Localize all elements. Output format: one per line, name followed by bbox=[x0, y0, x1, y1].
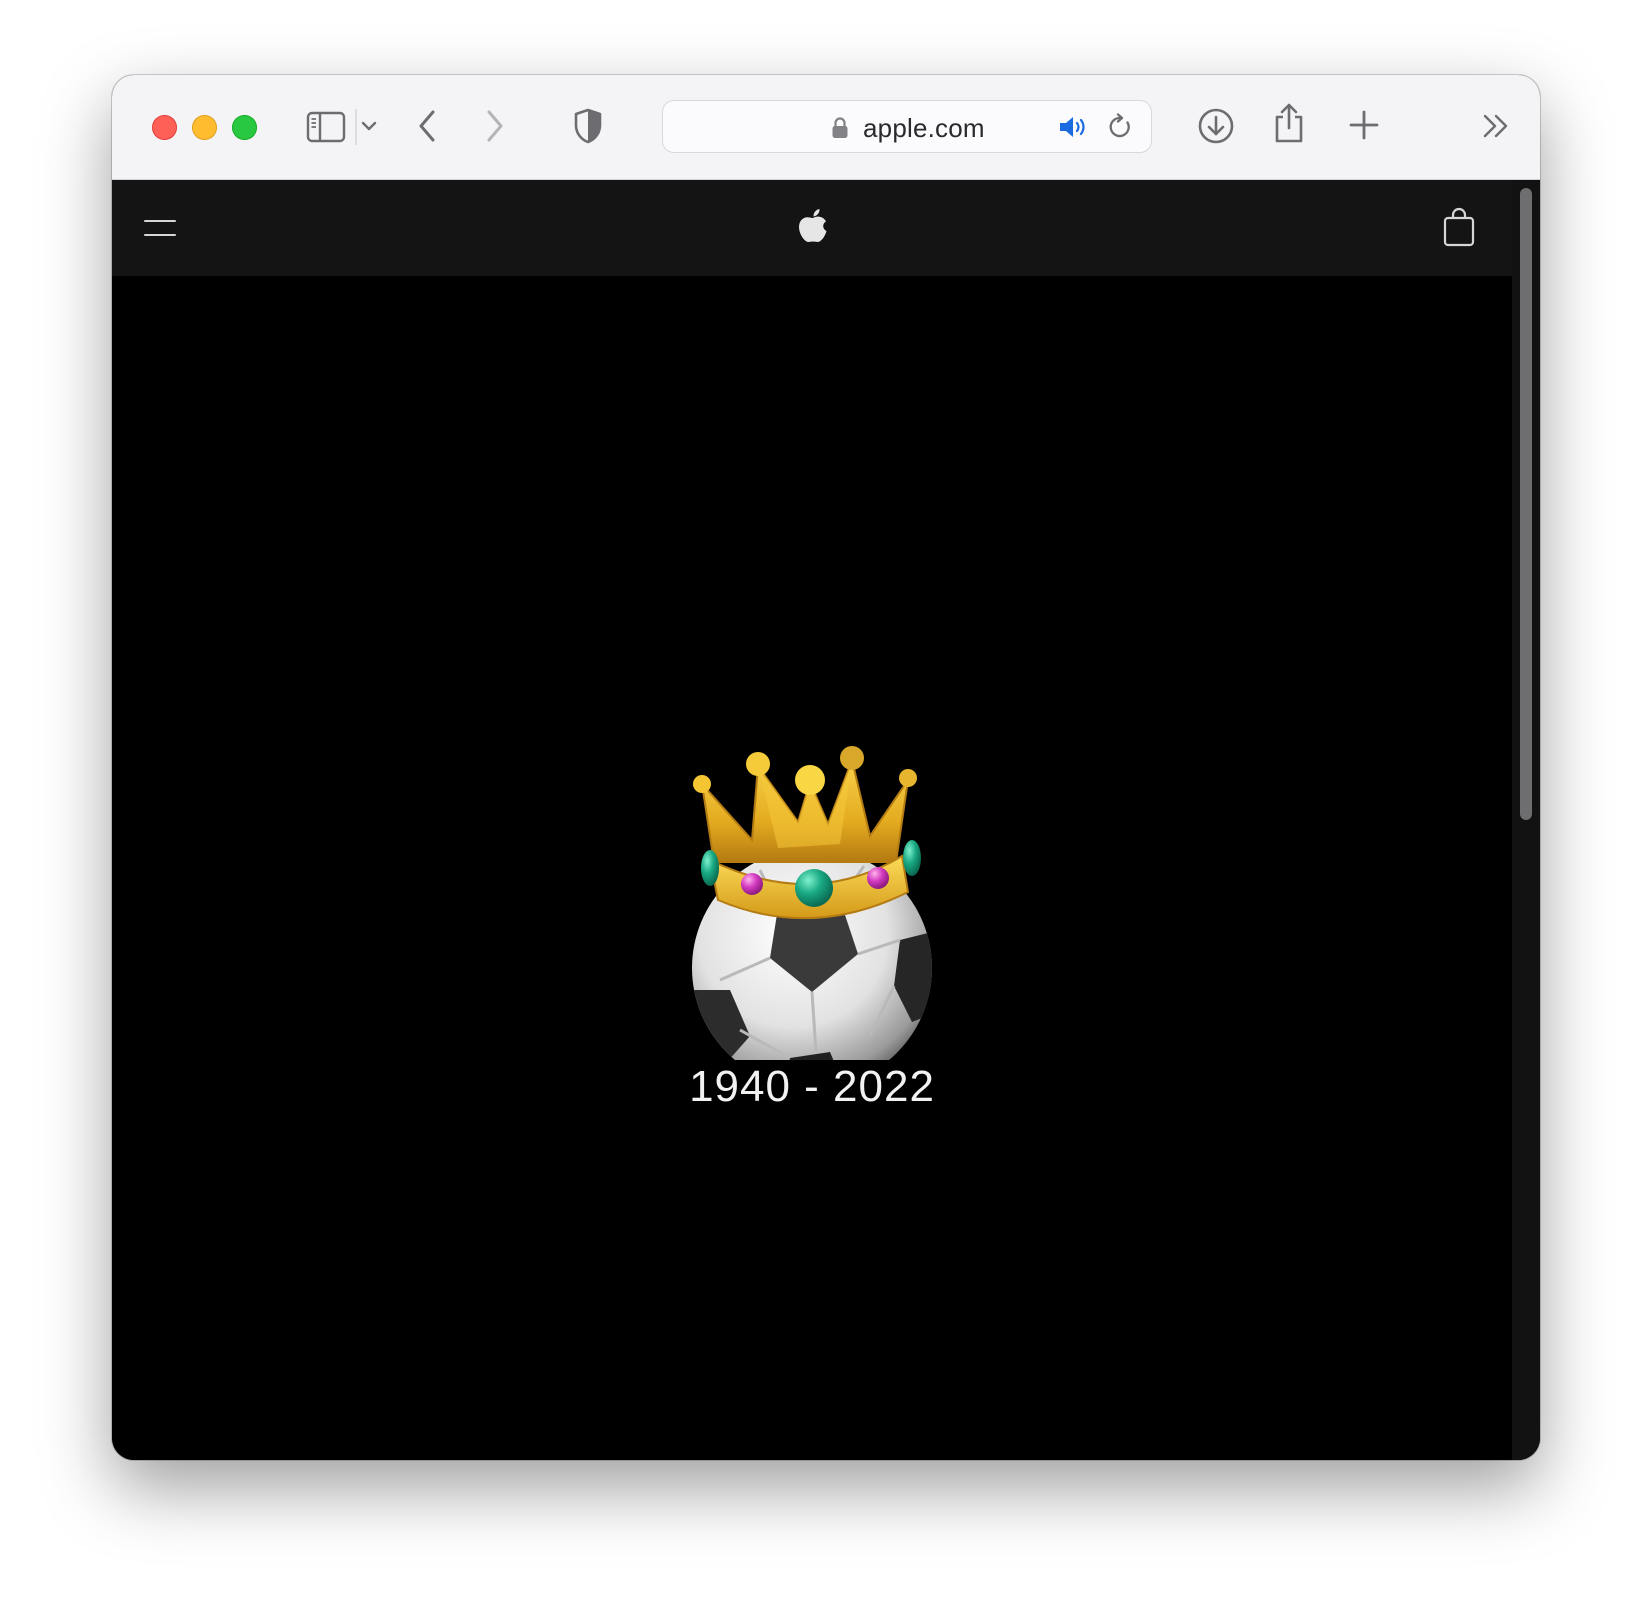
crown-soccer-ball-emoji bbox=[692, 746, 932, 1060]
download-icon[interactable] bbox=[1197, 107, 1235, 145]
web-page: 1940 - 2022 bbox=[112, 180, 1540, 1460]
menu-icon[interactable] bbox=[144, 218, 176, 238]
address-bar[interactable]: apple.com bbox=[662, 100, 1152, 153]
back-chevron-icon[interactable] bbox=[416, 109, 438, 143]
zoom-window-button[interactable] bbox=[232, 115, 257, 140]
shopping-bag-icon[interactable] bbox=[1442, 206, 1476, 248]
url-text: apple.com bbox=[863, 113, 985, 143]
lock-icon bbox=[832, 117, 848, 138]
reload-icon[interactable] bbox=[1107, 113, 1133, 141]
plus-icon[interactable] bbox=[1348, 109, 1380, 141]
apple-logo-icon[interactable] bbox=[796, 206, 830, 246]
global-nav bbox=[112, 180, 1512, 276]
toolbar-divider bbox=[355, 109, 357, 145]
sidebar-icon[interactable] bbox=[306, 111, 346, 143]
browser-toolbar: apple.com bbox=[112, 75, 1540, 180]
double-chevron-right-icon[interactable] bbox=[1482, 113, 1512, 139]
scrollbar-track[interactable] bbox=[1512, 180, 1540, 1460]
forward-chevron-icon[interactable] bbox=[484, 109, 506, 143]
share-icon[interactable] bbox=[1272, 102, 1306, 144]
chevron-down-icon[interactable] bbox=[360, 119, 378, 133]
scrollbar-thumb[interactable] bbox=[1520, 188, 1532, 820]
close-window-button[interactable] bbox=[152, 115, 177, 140]
memorial-dates: 1940 - 2022 bbox=[689, 1062, 935, 1111]
browser-window: apple.com 1940 - 2022 bbox=[112, 75, 1540, 1460]
shield-icon[interactable] bbox=[572, 107, 604, 145]
speaker-icon[interactable] bbox=[1058, 114, 1088, 140]
minimize-window-button[interactable] bbox=[192, 115, 217, 140]
